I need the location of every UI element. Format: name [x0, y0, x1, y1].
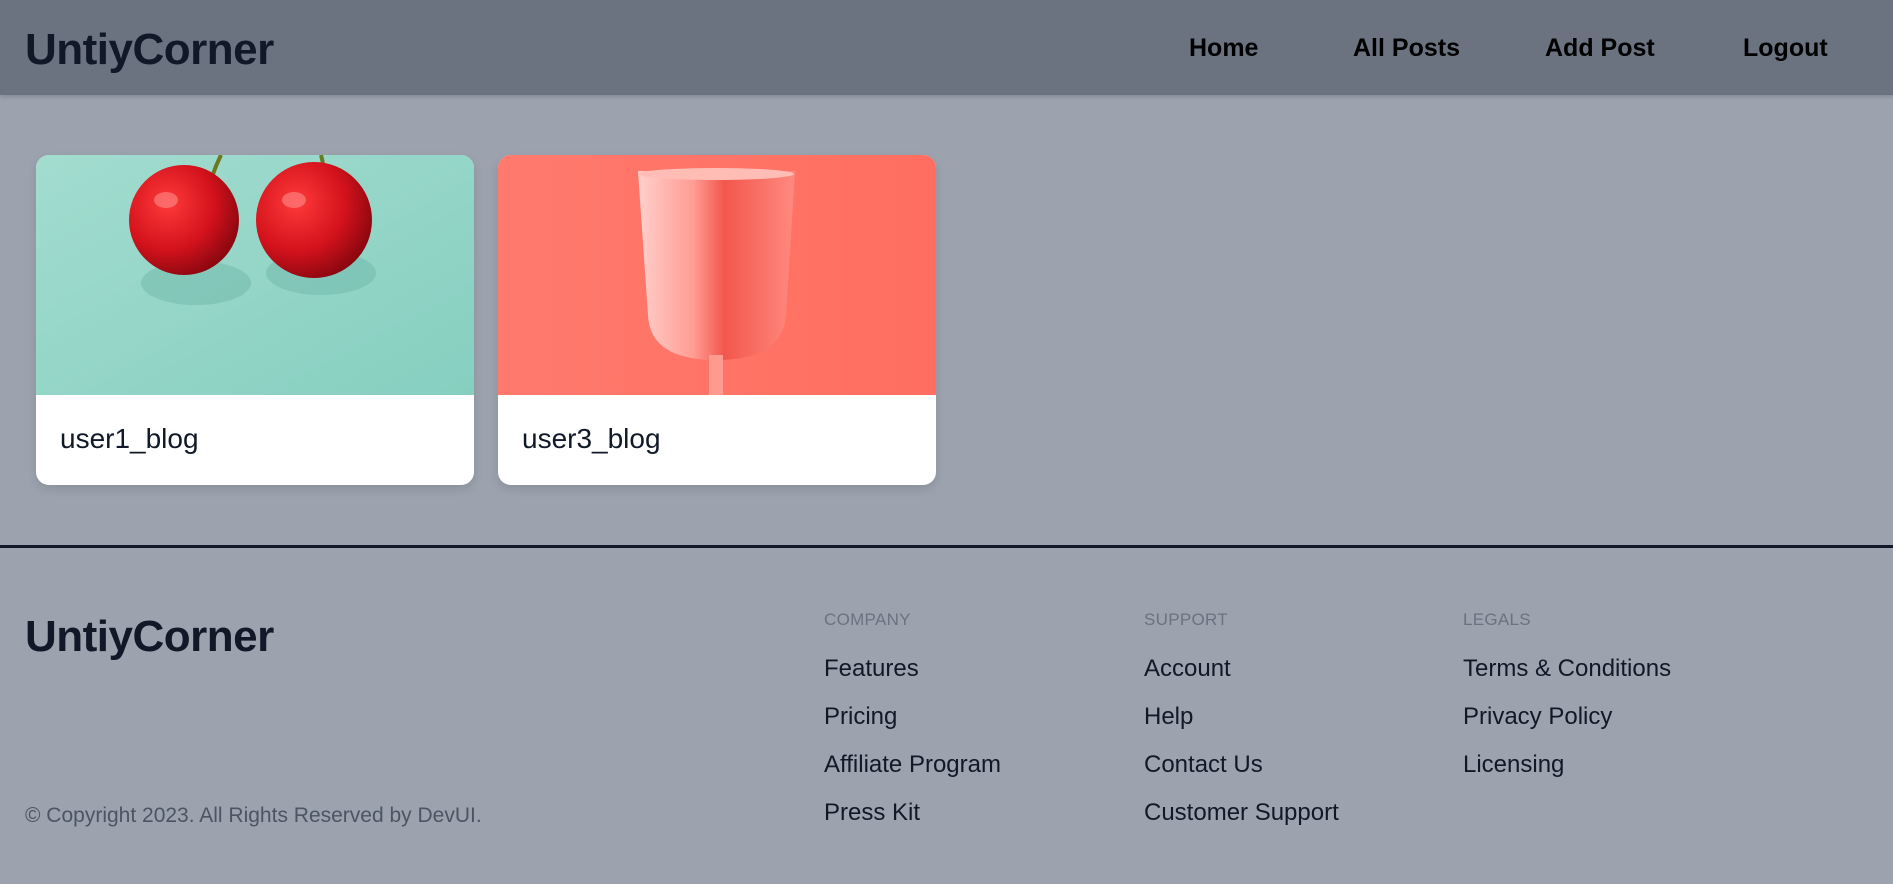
footer-heading-company: COMPANY [824, 610, 911, 629]
navbar: UntiyCorner Home All Posts Add Post Logo… [0, 0, 1893, 95]
footer-heading-legals: LEGALS [1463, 610, 1531, 629]
nav-link-logout[interactable]: Logout [1743, 34, 1828, 63]
footer-link-press-kit[interactable]: Press Kit [824, 799, 920, 827]
footer-link-privacy-policy[interactable]: Privacy Policy [1463, 703, 1612, 731]
footer-heading-support: SUPPORT [1144, 610, 1228, 629]
footer-link-affiliate-program[interactable]: Affiliate Program [824, 751, 1001, 779]
post-card[interactable]: user3_blog [498, 155, 936, 485]
footer-brand: UntiyCorner [25, 612, 274, 661]
post-title[interactable]: user1_blog [60, 423, 199, 455]
footer-link-features[interactable]: Features [824, 655, 919, 683]
post-image-cherries [36, 155, 474, 395]
post-title[interactable]: user3_blog [522, 423, 661, 455]
footer-link-licensing[interactable]: Licensing [1463, 751, 1564, 779]
footer-link-contact-us[interactable]: Contact Us [1144, 751, 1263, 779]
footer-link-customer-support[interactable]: Customer Support [1144, 799, 1339, 827]
footer-link-account[interactable]: Account [1144, 655, 1231, 683]
post-card[interactable]: user1_blog [36, 155, 474, 485]
copyright-text: © Copyright 2023. All Rights Reserved by… [25, 804, 482, 827]
nav-link-home[interactable]: Home [1189, 34, 1258, 63]
post-image-cup [498, 155, 936, 395]
footer-link-pricing[interactable]: Pricing [824, 703, 897, 731]
footer-link-terms[interactable]: Terms & Conditions [1463, 655, 1671, 683]
footer-link-help[interactable]: Help [1144, 703, 1193, 731]
nav-link-all-posts[interactable]: All Posts [1353, 34, 1460, 63]
nav-link-add-post[interactable]: Add Post [1545, 34, 1655, 63]
brand-logo[interactable]: UntiyCorner [25, 25, 274, 75]
